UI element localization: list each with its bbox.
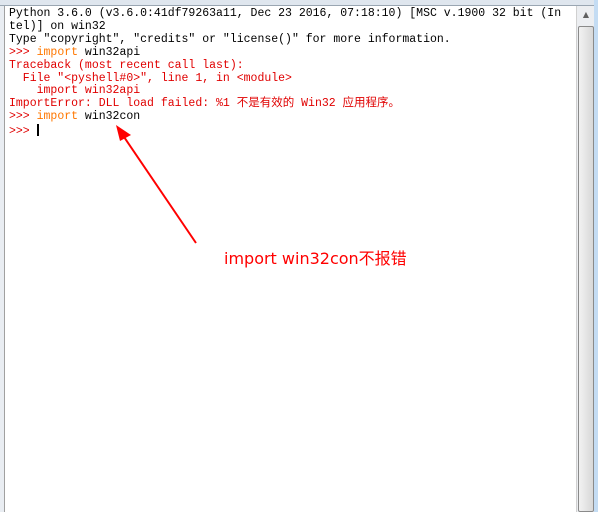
annotation-text: import win32con不报错	[224, 249, 407, 268]
